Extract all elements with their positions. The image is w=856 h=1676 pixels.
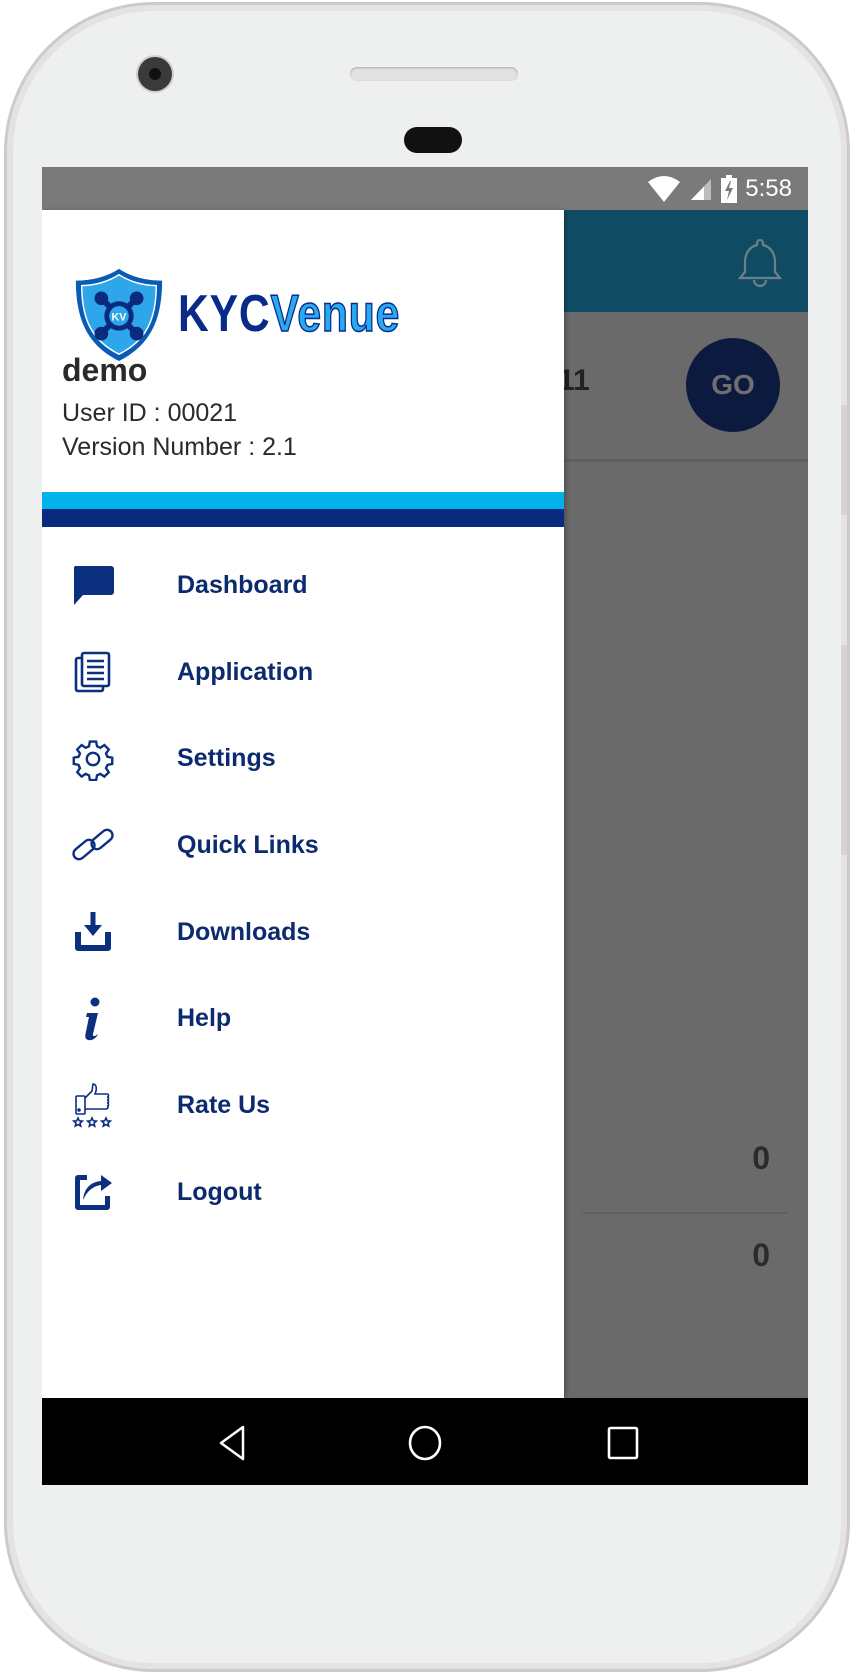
recents-icon xyxy=(607,1426,639,1460)
thumbs-up-stars-icon xyxy=(70,1082,116,1129)
download-icon xyxy=(70,909,116,955)
menu-item-downloads[interactable]: Downloads xyxy=(42,889,564,976)
count-value: 0 xyxy=(752,1140,770,1176)
user-id: User ID : 00021 xyxy=(62,399,238,427)
status-bar: 5:58 xyxy=(42,167,808,210)
header-stripe-cyan xyxy=(42,492,564,509)
go-button[interactable]: GO xyxy=(686,338,780,432)
phone-screen: 11 GO 0 0 5:58 KV KYCVenue demo User ID … xyxy=(42,167,808,1485)
logo-badge-text: KV xyxy=(112,311,128,323)
back-button[interactable] xyxy=(207,1418,257,1468)
bell-icon[interactable] xyxy=(730,232,790,292)
row-divider xyxy=(582,1212,788,1214)
count-value: 0 xyxy=(752,1237,770,1273)
version-number: Version Number : 2.1 xyxy=(62,433,297,461)
menu-label: Application xyxy=(177,657,314,686)
menu-item-logout[interactable]: Logout xyxy=(42,1149,564,1236)
home-button[interactable] xyxy=(400,1418,450,1468)
info-icon xyxy=(70,996,116,1042)
brand-part1: KYC xyxy=(178,285,271,343)
menu-item-rate-us[interactable]: Rate Us xyxy=(42,1062,564,1149)
chat-bubble-icon xyxy=(70,562,116,608)
count-row: 0 xyxy=(582,1215,792,1305)
proximity-sensor xyxy=(404,127,462,153)
menu-label: Quick Links xyxy=(177,830,319,859)
home-icon xyxy=(408,1425,442,1461)
back-icon xyxy=(219,1425,245,1461)
link-icon xyxy=(70,822,116,868)
cell-signal-icon xyxy=(691,178,712,200)
gear-icon xyxy=(70,736,116,782)
wifi-icon xyxy=(648,175,681,202)
menu-item-quick-links[interactable]: Quick Links xyxy=(42,802,564,889)
menu-item-application[interactable]: Application xyxy=(42,629,564,716)
menu-label: Downloads xyxy=(177,917,311,946)
menu-label: Logout xyxy=(177,1177,262,1206)
menu-label: Settings xyxy=(177,744,276,773)
brand-name: KYCVenue xyxy=(178,284,400,344)
menu-item-settings[interactable]: Settings xyxy=(42,715,564,802)
menu-label: Dashboard xyxy=(177,570,308,599)
shield-logo-icon: KV xyxy=(75,268,163,362)
menu-label: Help xyxy=(177,1004,232,1033)
volume-button xyxy=(841,645,847,855)
front-camera xyxy=(138,57,172,91)
drawer-menu: Dashboard Application Settings Quick Lin… xyxy=(42,542,564,1236)
recents-button[interactable] xyxy=(598,1418,648,1468)
share-out-icon xyxy=(70,1169,116,1215)
power-button xyxy=(841,405,847,515)
menu-label: Rate Us xyxy=(177,1090,271,1119)
menu-item-help[interactable]: Help xyxy=(42,975,564,1062)
brand-part2: Venue xyxy=(270,284,401,344)
navigation-drawer: KV KYCVenue demo User ID : 00021 Version… xyxy=(42,210,564,1398)
user-name: demo xyxy=(62,352,148,388)
clock: 5:58 xyxy=(745,174,792,202)
menu-item-dashboard[interactable]: Dashboard xyxy=(42,542,564,629)
system-nav-bar xyxy=(42,1398,808,1485)
header-stripe-navy xyxy=(42,509,564,527)
earpiece-speaker xyxy=(350,67,518,81)
kycvenue-logo: KV KYCVenue xyxy=(70,265,449,363)
battery-charging-icon xyxy=(721,174,738,203)
document-icon xyxy=(70,649,116,695)
count-row: 0 xyxy=(582,1118,792,1208)
